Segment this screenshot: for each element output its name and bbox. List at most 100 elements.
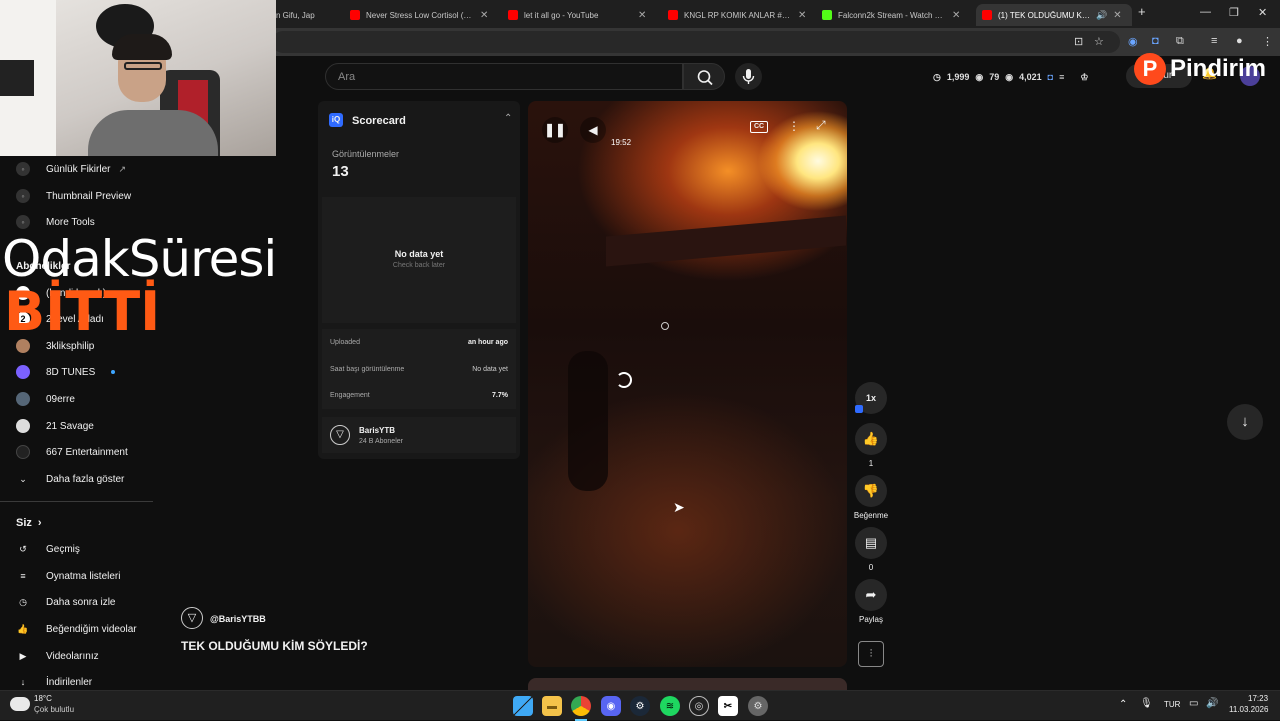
more-options-icon[interactable]: ⋮ xyxy=(788,119,800,133)
search-input[interactable]: Ara xyxy=(325,63,683,90)
channel-info[interactable]: ▽ BarisYTB 24 B Aboneler xyxy=(322,417,516,453)
clock-time[interactable]: 17:23 xyxy=(1248,694,1268,703)
sidebar-item-downloads[interactable]: ↓ İndirilenler xyxy=(16,672,92,692)
sidebar-item-label: Günlük Fikirler xyxy=(46,163,111,175)
microphone-icon[interactable]: 🎙 xyxy=(1140,698,1153,709)
views-label: Görüntülenmeler xyxy=(332,149,400,159)
windows-start-icon[interactable] xyxy=(513,696,533,716)
comments-button[interactable]: ▤ 0 xyxy=(854,527,888,572)
playlist-icon: ≡ xyxy=(20,571,26,581)
show-more-button[interactable]: ⌄ Daha fazla göster xyxy=(16,469,124,489)
sidebar-item-history[interactable]: ↺ Geçmiş xyxy=(16,539,80,559)
sidebar-item-your-videos[interactable]: ▶ Videolarınız xyxy=(16,646,99,666)
discord-icon[interactable]: ◉ xyxy=(601,696,621,716)
audio-remix-icon[interactable]: ⫶ xyxy=(858,641,884,667)
kick-favicon-icon xyxy=(822,10,832,20)
file-explorer-icon[interactable]: ▬ xyxy=(542,696,562,716)
spotify-icon[interactable]: ≋ xyxy=(660,696,680,716)
sidebar-subscription[interactable]: 667 Entertainment xyxy=(16,442,128,462)
capcut-icon[interactable]: ✂ xyxy=(718,696,738,716)
tool-icon: ◦ xyxy=(16,215,30,229)
close-icon[interactable]: ✕ xyxy=(952,10,960,21)
search-button[interactable] xyxy=(683,63,725,90)
network-icon[interactable]: ▭ xyxy=(1189,698,1198,709)
next-short-preview[interactable] xyxy=(528,678,847,690)
sidebar-item-thumbnail-preview[interactable]: ◦ Thumbnail Preview xyxy=(16,186,131,206)
playlist-icon[interactable]: ≡ xyxy=(1211,35,1217,47)
video-title[interactable]: TEK OLDUĞUMU KİM SÖYLEDİ? xyxy=(181,639,368,653)
bookmark-star-icon[interactable]: ☆ xyxy=(1094,35,1104,48)
sidebar-item-gunluk-fikirler[interactable]: ◦ Günlük Fikirler ↗ xyxy=(16,159,126,179)
close-icon[interactable]: ✕ xyxy=(798,10,806,21)
vidiq-badge-icon xyxy=(855,405,863,413)
new-tab-button[interactable]: + xyxy=(1138,4,1146,19)
next-video-arrow-down-icon[interactable]: ↓ xyxy=(1227,404,1263,440)
sidebar-item-label: Beğendiğim videolar xyxy=(46,623,137,635)
chevron-up-icon[interactable]: ⌃ xyxy=(1119,699,1127,710)
share-button[interactable]: ➦ Paylaş xyxy=(854,579,888,624)
sidebar-item-label: Thumbnail Preview xyxy=(46,190,132,202)
close-icon[interactable]: ✕ xyxy=(480,10,488,21)
sidebar-subscription[interactable]: 21 Savage xyxy=(16,416,94,436)
menu-kebab-icon[interactable]: ⋮ xyxy=(1262,35,1273,48)
shorts-video-player[interactable]: ❚❚ ◀ 19:52 CC ⋮ ⤢ ➤ xyxy=(528,101,847,667)
voice-search-button[interactable] xyxy=(735,63,762,90)
install-app-icon[interactable]: ⊡ xyxy=(1074,35,1083,48)
pause-icon[interactable]: ❚❚ xyxy=(542,117,568,143)
settings-gear-icon[interactable]: ⚙ xyxy=(748,696,768,716)
tab-title: (1) TEK OLDUĞUMU KİM SÖ xyxy=(998,10,1092,20)
browser-tab[interactable]: Falconn2k Stream - Watch Live ✕ xyxy=(816,4,974,26)
speaker-icon[interactable]: 🔊 xyxy=(1096,10,1107,21)
list-icon[interactable]: ≡ xyxy=(1059,72,1064,82)
extension-icon[interactable]: ◘ xyxy=(1152,35,1159,47)
chrome-icon[interactable] xyxy=(571,696,591,716)
window-close-icon[interactable]: ✕ xyxy=(1258,6,1267,19)
browser-tab[interactable]: let it all go - YouTube ✕ xyxy=(502,4,662,26)
captions-button[interactable]: CC xyxy=(750,121,768,133)
volume-icon[interactable]: 🔊 xyxy=(1206,698,1218,709)
fullscreen-icon[interactable]: ⤢ xyxy=(816,118,826,133)
sidebar-subscription[interactable]: 8D TUNES xyxy=(16,362,116,382)
pindirim-logo-text: Pindirim xyxy=(1170,55,1267,82)
browser-tab[interactable]: n Gifu, Jap xyxy=(270,4,348,26)
vidiq-icon[interactable]: ◘ xyxy=(1048,72,1053,82)
cloud-weather-icon[interactable] xyxy=(10,697,30,711)
eye-icon: ◉ xyxy=(1005,71,1014,82)
browser-tab[interactable]: KNGL RP KOMIK ANLAR #4 - Yo ✕ xyxy=(662,4,814,26)
channel-avatar xyxy=(16,419,30,433)
clock-date[interactable]: 11.03.2026 xyxy=(1229,705,1268,714)
sidebar-item-more-tools[interactable]: ◦ More Tools xyxy=(16,212,95,232)
subscription-label: 8D TUNES xyxy=(46,366,96,378)
extensions-puzzle-icon[interactable]: ⧉ xyxy=(1176,35,1184,48)
weather-desc: Çok bulutlu xyxy=(34,705,75,714)
address-bar[interactable]: ⊡ ☆ xyxy=(272,31,1120,53)
profile-avatar-icon[interactable]: ● xyxy=(1236,35,1243,47)
channel-avatar: ▽ xyxy=(330,425,350,445)
tab-title: Never Stress Low Cortisol (play xyxy=(366,10,474,20)
close-icon[interactable]: ✕ xyxy=(638,10,646,21)
channel-avatar[interactable]: ▽ xyxy=(181,607,203,629)
subscription-label: 21 Savage xyxy=(46,420,94,432)
close-icon[interactable]: ✕ xyxy=(1113,10,1121,21)
extension-icon[interactable]: ◉ xyxy=(1128,35,1138,48)
dislike-button[interactable]: 👎 Beğenme xyxy=(850,475,892,520)
minimize-icon[interactable]: — xyxy=(1200,6,1211,18)
browser-tab[interactable]: Never Stress Low Cortisol (play ✕ xyxy=(344,4,502,26)
volume-icon[interactable]: ◀ xyxy=(580,117,606,143)
language-indicator[interactable]: TUR xyxy=(1164,700,1180,709)
channel-handle[interactable]: @BarisYTBB xyxy=(210,614,266,624)
share-icon: ➦ xyxy=(855,579,887,611)
collapse-chevron-icon[interactable]: ⌃ xyxy=(504,113,512,124)
steam-icon[interactable]: ⚙ xyxy=(630,696,650,716)
maximize-icon[interactable]: ❐ xyxy=(1229,6,1239,19)
sidebar-item-liked-videos[interactable]: 👍 Beğendiğim videolar xyxy=(16,619,137,639)
sidebar-subscription[interactable]: 09erre xyxy=(16,389,75,409)
sidebar-item-watch-later[interactable]: ◷ Daha sonra izle xyxy=(16,592,115,612)
browser-tab-active[interactable]: (1) TEK OLDUĞUMU KİM SÖ 🔊 ✕ xyxy=(976,4,1132,26)
dislike-label: Beğenme xyxy=(853,511,889,520)
trophy-icon[interactable]: ♔ xyxy=(1080,72,1088,83)
app-icon[interactable]: ◎ xyxy=(689,696,709,716)
like-button[interactable]: 👍 1 xyxy=(854,423,888,468)
you-section-header[interactable]: Siz › xyxy=(16,513,42,533)
sidebar-item-playlists[interactable]: ≡ Oynatma listeleri xyxy=(16,566,120,586)
